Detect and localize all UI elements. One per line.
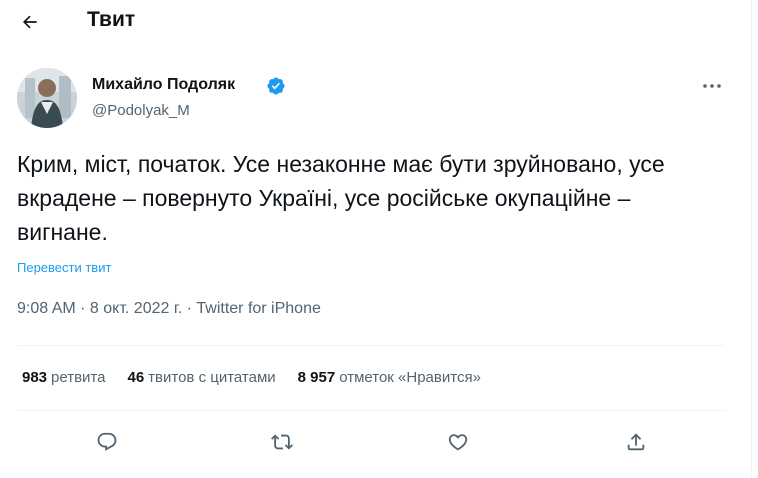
arrow-left-icon [22,15,37,29]
share-icon [627,433,645,451]
right-border [751,0,752,478]
author-handle[interactable]: @Podolyak_M [92,102,190,119]
translate-tweet-link[interactable]: Перевести твит [17,260,111,275]
header: Твит [0,0,740,44]
meta-separator: · [75,300,90,317]
back-button[interactable] [14,6,46,38]
reply-icon [97,432,117,451]
avatar[interactable] [17,68,77,128]
likes-label: отметок «Нравится» [339,369,481,386]
tweet-stats: 983 ретвита 46 твитов с цитатами 8 957 о… [22,369,481,386]
likes-stat[interactable]: 8 957 отметок «Нравится» [298,369,481,386]
likes-count: 8 957 [297,369,336,386]
reply-button[interactable] [91,426,123,458]
retweets-label: ретвита [51,369,106,386]
tweet-actions [0,424,740,460]
divider [17,345,725,346]
avatar-image [17,68,77,128]
more-horizontal-icon [703,84,721,88]
retweets-stat[interactable]: 983 ретвита [22,369,105,386]
author-name[interactable]: Михайло Подоляк [92,76,235,94]
page-title: Твит [87,8,136,31]
quotes-label: твитов с цитатами [148,369,276,386]
tweet-date[interactable]: 8 окт. 2022 г. [90,300,182,317]
retweet-button[interactable] [266,426,298,458]
divider [17,410,725,411]
quotes-count: 46 [127,369,145,386]
more-button[interactable] [700,76,724,96]
tweet-time[interactable]: 9:08 AM [17,300,76,317]
tweet-text: Крим, міст, початок. Усе незаконне має б… [17,151,665,245]
like-button[interactable] [442,426,474,458]
verified-badge-icon [266,76,286,96]
heart-icon [448,434,468,451]
retweets-count: 983 [22,369,48,386]
retweet-icon [271,434,293,450]
tweet-meta: 9:08 AM · 8 окт. 2022 г. · Twitter for i… [17,300,321,318]
tweet-source[interactable]: Twitter for iPhone [196,300,321,317]
quotes-stat[interactable]: 46 твитов с цитатами [127,369,275,386]
share-button[interactable] [620,426,652,458]
meta-separator: · [182,300,197,317]
